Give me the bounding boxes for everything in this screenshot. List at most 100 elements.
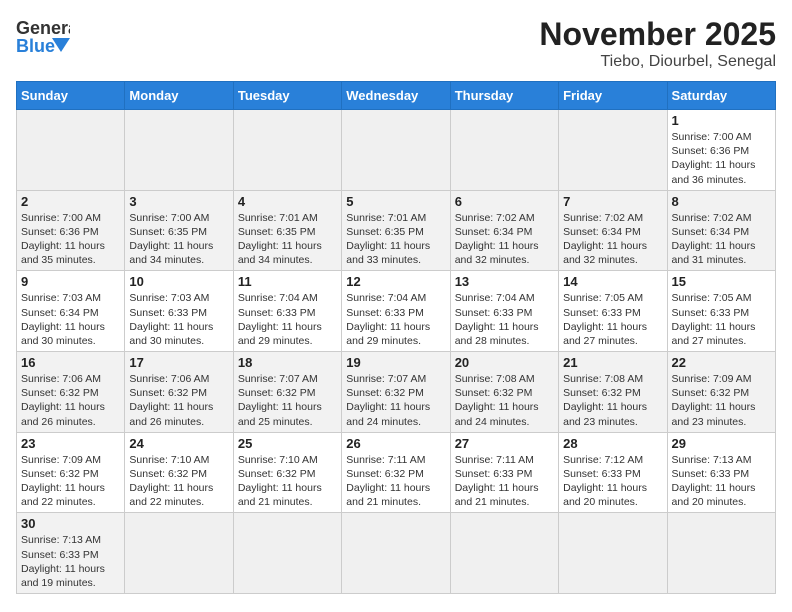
day-number: 20 (455, 355, 554, 370)
day-info: Sunrise: 7:01 AM Sunset: 6:35 PM Dayligh… (346, 211, 445, 268)
day-info: Sunrise: 7:05 AM Sunset: 6:33 PM Dayligh… (672, 291, 771, 348)
calendar-title: November 2025 (539, 16, 776, 53)
calendar-day-cell: 4 Sunrise: 7:01 AM Sunset: 6:35 PM Daylig… (233, 190, 341, 271)
calendar-day-cell: 18Sunrise: 7:07 AM Sunset: 6:32 PM Dayli… (233, 352, 341, 433)
calendar-day-cell: 2 Sunrise: 7:00 AM Sunset: 6:36 PM Daylig… (17, 190, 125, 271)
day-number: 25 (238, 436, 337, 451)
calendar-day-cell: 1 Sunrise: 7:00 AM Sunset: 6:36 PM Daylig… (667, 110, 775, 191)
calendar-week-row: 30Sunrise: 7:13 AM Sunset: 6:33 PM Dayli… (17, 513, 776, 594)
calendar-week-row: 16Sunrise: 7:06 AM Sunset: 6:32 PM Dayli… (17, 352, 776, 433)
day-info: Sunrise: 7:09 AM Sunset: 6:32 PM Dayligh… (672, 372, 771, 429)
calendar-week-row: 9 Sunrise: 7:03 AM Sunset: 6:34 PM Daylig… (17, 271, 776, 352)
calendar-day-cell: 30Sunrise: 7:13 AM Sunset: 6:33 PM Dayli… (17, 513, 125, 594)
header-thursday: Thursday (450, 82, 558, 110)
day-info: Sunrise: 7:10 AM Sunset: 6:32 PM Dayligh… (238, 453, 337, 510)
calendar-day-cell (342, 110, 450, 191)
title-block: November 2025 Tiebo, Diourbel, Senegal (539, 16, 776, 71)
calendar-day-cell (17, 110, 125, 191)
calendar-day-cell: 21Sunrise: 7:08 AM Sunset: 6:32 PM Dayli… (559, 352, 667, 433)
calendar-day-cell (667, 513, 775, 594)
calendar-day-cell (233, 513, 341, 594)
day-info: Sunrise: 7:01 AM Sunset: 6:35 PM Dayligh… (238, 211, 337, 268)
day-number: 3 (129, 194, 228, 209)
day-number: 24 (129, 436, 228, 451)
day-info: Sunrise: 7:13 AM Sunset: 6:33 PM Dayligh… (672, 453, 771, 510)
day-number: 4 (238, 194, 337, 209)
day-info: Sunrise: 7:03 AM Sunset: 6:33 PM Dayligh… (129, 291, 228, 348)
day-number: 17 (129, 355, 228, 370)
calendar-day-cell: 11Sunrise: 7:04 AM Sunset: 6:33 PM Dayli… (233, 271, 341, 352)
day-number: 28 (563, 436, 662, 451)
day-info: Sunrise: 7:11 AM Sunset: 6:32 PM Dayligh… (346, 453, 445, 510)
day-number: 2 (21, 194, 120, 209)
day-info: Sunrise: 7:10 AM Sunset: 6:32 PM Dayligh… (129, 453, 228, 510)
day-number: 14 (563, 274, 662, 289)
day-number: 22 (672, 355, 771, 370)
header-monday: Monday (125, 82, 233, 110)
calendar-day-cell: 16Sunrise: 7:06 AM Sunset: 6:32 PM Dayli… (17, 352, 125, 433)
page: General Blue November 2025 Tiebo, Diourb… (0, 0, 792, 604)
calendar-day-cell: 23 Sunrise: 7:09 AM Sunset: 6:32 PM Dayli… (17, 432, 125, 513)
day-number: 5 (346, 194, 445, 209)
day-info: Sunrise: 7:08 AM Sunset: 6:32 PM Dayligh… (455, 372, 554, 429)
day-info: Sunrise: 7:04 AM Sunset: 6:33 PM Dayligh… (346, 291, 445, 348)
calendar-day-cell (125, 110, 233, 191)
calendar-table: Sunday Monday Tuesday Wednesday Thursday… (16, 81, 776, 594)
day-info: Sunrise: 7:03 AM Sunset: 6:34 PM Dayligh… (21, 291, 120, 348)
calendar-day-cell (559, 110, 667, 191)
calendar-day-cell: 20 Sunrise: 7:08 AM Sunset: 6:32 PM Dayli… (450, 352, 558, 433)
calendar-day-cell: 29 Sunrise: 7:13 AM Sunset: 6:33 PM Dayli… (667, 432, 775, 513)
header-saturday: Saturday (667, 82, 775, 110)
calendar-day-cell (342, 513, 450, 594)
calendar-day-cell: 28 Sunrise: 7:12 AM Sunset: 6:33 PM Dayli… (559, 432, 667, 513)
day-info: Sunrise: 7:04 AM Sunset: 6:33 PM Dayligh… (238, 291, 337, 348)
day-info: Sunrise: 7:00 AM Sunset: 6:35 PM Dayligh… (129, 211, 228, 268)
day-info: Sunrise: 7:09 AM Sunset: 6:32 PM Dayligh… (21, 453, 120, 510)
day-info: Sunrise: 7:02 AM Sunset: 6:34 PM Dayligh… (672, 211, 771, 268)
day-info: Sunrise: 7:11 AM Sunset: 6:33 PM Dayligh… (455, 453, 554, 510)
calendar-day-cell: 8 Sunrise: 7:02 AM Sunset: 6:34 PM Daylig… (667, 190, 775, 271)
day-number: 13 (455, 274, 554, 289)
header-wednesday: Wednesday (342, 82, 450, 110)
calendar-day-cell: 27 Sunrise: 7:11 AM Sunset: 6:33 PM Dayli… (450, 432, 558, 513)
calendar-day-cell: 14Sunrise: 7:05 AM Sunset: 6:33 PM Dayli… (559, 271, 667, 352)
day-number: 10 (129, 274, 228, 289)
day-info: Sunrise: 7:02 AM Sunset: 6:34 PM Dayligh… (455, 211, 554, 268)
logo-svg: General Blue (16, 16, 70, 60)
day-info: Sunrise: 7:04 AM Sunset: 6:33 PM Dayligh… (455, 291, 554, 348)
day-number: 7 (563, 194, 662, 209)
header-tuesday: Tuesday (233, 82, 341, 110)
calendar-day-cell: 26Sunrise: 7:11 AM Sunset: 6:32 PM Dayli… (342, 432, 450, 513)
header-friday: Friday (559, 82, 667, 110)
day-number: 1 (672, 113, 771, 128)
calendar-day-cell (125, 513, 233, 594)
calendar-day-cell: 17 Sunrise: 7:06 AM Sunset: 6:32 PM Dayli… (125, 352, 233, 433)
calendar-day-cell: 15Sunrise: 7:05 AM Sunset: 6:33 PM Dayli… (667, 271, 775, 352)
calendar-subtitle: Tiebo, Diourbel, Senegal (539, 53, 776, 71)
day-number: 9 (21, 274, 120, 289)
day-number: 23 (21, 436, 120, 451)
calendar-day-cell: 3 Sunrise: 7:00 AM Sunset: 6:35 PM Daylig… (125, 190, 233, 271)
calendar-day-cell: 9 Sunrise: 7:03 AM Sunset: 6:34 PM Daylig… (17, 271, 125, 352)
day-number: 30 (21, 516, 120, 531)
day-info: Sunrise: 7:06 AM Sunset: 6:32 PM Dayligh… (21, 372, 120, 429)
day-number: 8 (672, 194, 771, 209)
day-info: Sunrise: 7:00 AM Sunset: 6:36 PM Dayligh… (672, 130, 771, 187)
day-number: 12 (346, 274, 445, 289)
day-info: Sunrise: 7:00 AM Sunset: 6:36 PM Dayligh… (21, 211, 120, 268)
calendar-day-cell: 13 Sunrise: 7:04 AM Sunset: 6:33 PM Dayli… (450, 271, 558, 352)
day-info: Sunrise: 7:12 AM Sunset: 6:33 PM Dayligh… (563, 453, 662, 510)
calendar-day-cell (233, 110, 341, 191)
calendar-day-cell: 12 Sunrise: 7:04 AM Sunset: 6:33 PM Dayli… (342, 271, 450, 352)
day-info: Sunrise: 7:02 AM Sunset: 6:34 PM Dayligh… (563, 211, 662, 268)
day-info: Sunrise: 7:06 AM Sunset: 6:32 PM Dayligh… (129, 372, 228, 429)
day-info: Sunrise: 7:08 AM Sunset: 6:32 PM Dayligh… (563, 372, 662, 429)
calendar-day-cell: 5 Sunrise: 7:01 AM Sunset: 6:35 PM Daylig… (342, 190, 450, 271)
calendar-day-cell: 7 Sunrise: 7:02 AM Sunset: 6:34 PM Daylig… (559, 190, 667, 271)
day-number: 27 (455, 436, 554, 451)
calendar-week-row: 1 Sunrise: 7:00 AM Sunset: 6:36 PM Daylig… (17, 110, 776, 191)
calendar-day-cell: 22 Sunrise: 7:09 AM Sunset: 6:32 PM Dayli… (667, 352, 775, 433)
day-number: 29 (672, 436, 771, 451)
svg-text:Blue: Blue (16, 36, 55, 56)
calendar-day-cell: 24 Sunrise: 7:10 AM Sunset: 6:32 PM Dayli… (125, 432, 233, 513)
